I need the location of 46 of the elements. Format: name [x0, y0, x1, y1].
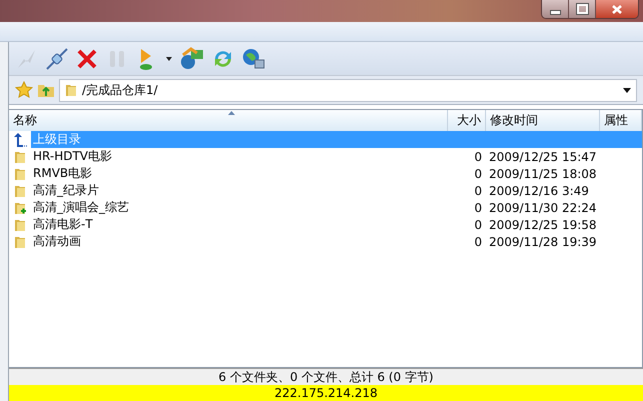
file-name: 高清动画: [32, 233, 82, 250]
file-name: RMVB电影: [32, 165, 94, 182]
modified-time: 2009/11/30 22:24: [489, 200, 597, 214]
file-row[interactable]: 高清动画 0 2009/11/28 19:39: [31, 233, 642, 250]
modified-time: 2009/12/16 3:49: [489, 184, 589, 198]
folder-icon: [13, 184, 27, 198]
transfer-icon[interactable]: [179, 46, 205, 70]
folder-icon: [13, 218, 27, 232]
path-field[interactable]: /完成品仓库1/: [59, 78, 637, 102]
file-size: 0: [474, 200, 482, 214]
file-size: 0: [474, 218, 482, 232]
status-summary: 6 个文件夹、0 个文件、总计 6 (0 字节): [9, 368, 643, 385]
folder-icon: [64, 83, 78, 97]
cross-icon[interactable]: [75, 46, 99, 70]
file-size: 0: [474, 150, 482, 164]
folder-plus-icon: [13, 200, 27, 214]
file-size: 0: [474, 184, 482, 198]
file-row[interactable]: HR-HDTV电影 0 2009/12/25 15:47: [31, 148, 642, 165]
folder-icon: [13, 150, 27, 164]
file-row[interactable]: 高清电影-T 0 2009/12/25 19:58: [31, 216, 642, 233]
close-icon[interactable]: [612, 4, 622, 14]
star-icon[interactable]: [15, 81, 33, 99]
file-name: 上级目录: [32, 131, 82, 148]
globe-computer-icon[interactable]: [241, 46, 265, 70]
file-name: 高清_纪录片: [32, 182, 100, 199]
file-size: 0: [474, 234, 482, 248]
plug-icon[interactable]: [45, 46, 69, 70]
file-row[interactable]: 高清_纪录片 0 2009/12/16 3:49: [31, 182, 642, 199]
modified-time: 2009/12/25 15:47: [489, 150, 597, 164]
close-button[interactable]: [596, 0, 638, 18]
restore-button[interactable]: [569, 0, 596, 18]
minimize-button[interactable]: [542, 0, 569, 18]
file-name: 高清_演唱会_综艺: [32, 199, 130, 216]
file-name: HR-HDTV电影: [32, 148, 114, 165]
server-address: 222.175.214.218: [9, 385, 643, 401]
modified-time: 2009/12/25 19:58: [489, 218, 597, 232]
folder-icon: [13, 234, 27, 248]
dropdown-caret-icon[interactable]: [623, 88, 631, 92]
file-row[interactable]: 高清_演唱会_综艺 0 2009/11/30 22:24: [31, 199, 642, 216]
file-row[interactable]: RMVB电影 0 2009/11/25 18:08: [31, 165, 642, 182]
file-size: 0: [474, 166, 482, 180]
modified-time: 2009/11/25 18:08: [489, 166, 597, 180]
file-name: 高清电影-T: [32, 216, 94, 233]
up-arrow-icon: [13, 132, 29, 146]
folder-icon: [13, 166, 27, 180]
modified-time: 2009/11/28 19:39: [489, 234, 597, 248]
